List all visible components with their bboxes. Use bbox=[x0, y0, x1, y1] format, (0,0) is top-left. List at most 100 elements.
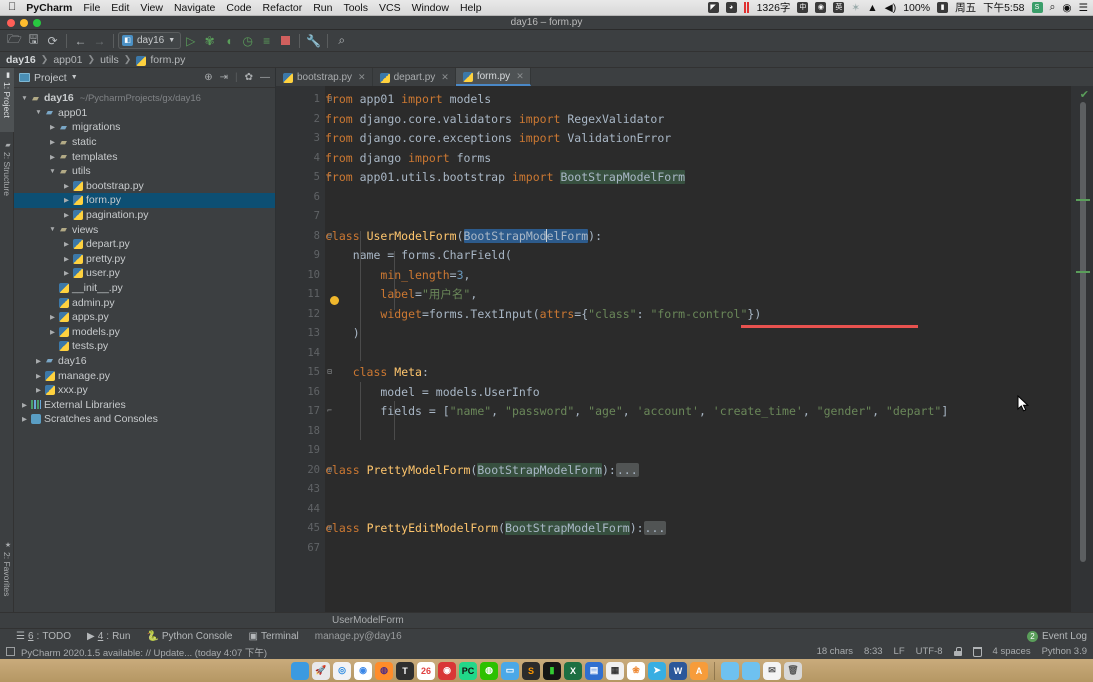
dock-item-trash[interactable]: 🗑 bbox=[784, 661, 802, 680]
coverage-icon[interactable]: ◖ bbox=[219, 32, 238, 50]
chevron-right-icon[interactable]: ▶ bbox=[62, 196, 71, 204]
dock-item-remote-desktop[interactable]: ▤ bbox=[585, 661, 603, 680]
menu-file[interactable]: File bbox=[83, 2, 100, 14]
close-icon[interactable]: ✕ bbox=[516, 71, 524, 82]
tree-item-day16[interactable]: ▼ ▰ day16 ~/PycharmProjects/gx/day16 bbox=[14, 91, 275, 106]
tree-item-templates[interactable]: ▶ ▰ templates bbox=[14, 149, 275, 164]
dock-item-netease-music[interactable]: ◉ bbox=[438, 661, 456, 680]
dock-item-keynote[interactable]: ▭ bbox=[501, 661, 519, 680]
line-separator[interactable]: LF bbox=[894, 646, 905, 657]
code-line[interactable]: from django.core.exceptions import Valid… bbox=[325, 129, 1070, 149]
menu-run[interactable]: Run bbox=[313, 2, 332, 14]
tree-item-tests-py[interactable]: tests.py bbox=[14, 339, 275, 354]
arrow-right-icon[interactable]: → bbox=[90, 32, 109, 50]
code-line[interactable]: class PrettyModelForm(BootStrapModelForm… bbox=[325, 461, 1070, 481]
code-area[interactable]: 1 ⊟ 2 3 4 5 ⌐ 6 7 8 ⊟ 9 10 11 12 13 14 15 ⊟ 16 17 ⌐ 18 19 20 ⊞ 43 4… bbox=[276, 86, 1093, 612]
code-line[interactable]: label="用户名", bbox=[325, 285, 1070, 305]
menubar-mic-icon[interactable]: ◉ bbox=[815, 2, 827, 13]
editor-tab-form-py[interactable]: form.py ✕ bbox=[455, 68, 531, 86]
collapse-all-icon[interactable]: ⇥ bbox=[220, 72, 228, 83]
stop-icon[interactable] bbox=[276, 32, 295, 50]
scrollbar-thumb[interactable] bbox=[1080, 102, 1086, 562]
tool-todo[interactable]: ☰ 6: TODO bbox=[16, 631, 71, 642]
chevron-right-icon[interactable]: ▶ bbox=[48, 138, 57, 146]
dock-item-firefox[interactable]: ◍ bbox=[375, 661, 393, 680]
project-tree[interactable]: ▼ ▰ day16 ~/PycharmProjects/gx/day16 ▼ ▰ app01… bbox=[14, 88, 275, 611]
dock-item-downloads-folder[interactable] bbox=[742, 661, 760, 680]
menu-tools[interactable]: Tools bbox=[343, 2, 368, 14]
editor-scrollbar[interactable]: ✔ bbox=[1070, 86, 1093, 612]
search-icon[interactable]: ⌕ bbox=[332, 32, 351, 50]
code-line[interactable] bbox=[325, 441, 1070, 461]
chevron-right-icon[interactable]: ▶ bbox=[62, 255, 71, 263]
dock-item-excel[interactable]: X bbox=[564, 661, 582, 680]
code-line[interactable] bbox=[325, 500, 1070, 520]
menu-vcs[interactable]: VCS bbox=[379, 2, 401, 14]
chevron-down-icon[interactable]: ▼ bbox=[48, 226, 57, 233]
close-icon[interactable]: ✕ bbox=[441, 72, 449, 83]
close-icon[interactable]: ✕ bbox=[358, 72, 366, 83]
debug-icon[interactable]: ✾ bbox=[200, 32, 219, 50]
notification-icon[interactable] bbox=[6, 647, 15, 656]
dock-item-app-store[interactable]: A bbox=[690, 661, 708, 680]
editor-tab-bootstrap-py[interactable]: bootstrap.py ✕ bbox=[276, 68, 373, 86]
dock-item-word[interactable]: W bbox=[669, 661, 687, 680]
code-line[interactable]: class PrettyEditModelForm(BootStrapModel… bbox=[325, 519, 1070, 539]
code-line[interactable]: fields = ["name", "password", "age", 'ac… bbox=[325, 402, 1070, 422]
tool-python-console[interactable]: 🐍 Python Console bbox=[146, 631, 232, 642]
menubar-red-bars-icon[interactable] bbox=[743, 2, 750, 13]
dock-item-chrome[interactable]: ◉ bbox=[354, 661, 372, 680]
code-line[interactable]: class UserModelForm(BootStrapModelForm): bbox=[325, 227, 1070, 247]
dock-item-sublime-text[interactable]: S bbox=[522, 661, 540, 680]
tree-item-utils[interactable]: ▼ ▰ utils bbox=[14, 164, 275, 179]
menu-view[interactable]: View bbox=[140, 2, 163, 14]
profile-icon[interactable]: ◷ bbox=[238, 32, 257, 50]
tree-item---init---py[interactable]: __init__.py bbox=[14, 281, 275, 296]
chevron-right-icon[interactable]: ▶ bbox=[20, 401, 29, 409]
refresh-icon[interactable]: ⟳ bbox=[43, 32, 62, 50]
tree-item-xxx-py[interactable]: ▶ xxx.py bbox=[14, 383, 275, 398]
menu-help[interactable]: Help bbox=[460, 2, 482, 14]
breadcrumb-item-app01[interactable]: app01 bbox=[53, 54, 82, 66]
sogou-icon[interactable]: S bbox=[1031, 2, 1043, 13]
chevron-down-icon[interactable]: ▼ bbox=[20, 95, 29, 102]
dock-item-launchpad[interactable]: 🚀 bbox=[312, 661, 330, 680]
dock-item-documents-folder[interactable] bbox=[721, 661, 739, 680]
event-log[interactable]: 2 Event Log bbox=[1026, 631, 1087, 642]
dock-item-safari[interactable]: ◎ bbox=[333, 661, 351, 680]
code-line[interactable]: from app01.utils.bootstrap import BootSt… bbox=[325, 168, 1070, 188]
dock-item-calendar[interactable]: 26 bbox=[417, 661, 435, 680]
run-icon[interactable]: ▷ bbox=[181, 32, 200, 50]
code-line[interactable] bbox=[325, 539, 1070, 559]
indent-setting[interactable]: 4 spaces bbox=[993, 646, 1031, 657]
menu-code[interactable]: Code bbox=[226, 2, 251, 14]
tree-item-app01[interactable]: ▼ ▰ app01 bbox=[14, 106, 275, 121]
chevron-right-icon[interactable]: ▶ bbox=[20, 415, 29, 423]
menubar-ime-1-icon[interactable]: 中 bbox=[797, 2, 809, 13]
file-encoding[interactable]: UTF-8 bbox=[916, 646, 943, 657]
siri-icon[interactable]: ◉ bbox=[1062, 2, 1071, 14]
sidebar-item-project[interactable]: ▮ 1: Project bbox=[0, 68, 14, 132]
tree-item-views[interactable]: ▼ ▰ views bbox=[14, 222, 275, 237]
dock-item-wechat[interactable]: ◍ bbox=[480, 661, 498, 680]
menu-app-name[interactable]: PyCharm bbox=[26, 2, 72, 14]
code-line[interactable]: name = forms.CharField( bbox=[325, 246, 1070, 266]
chevron-right-icon[interactable]: ▶ bbox=[62, 211, 71, 219]
code-line[interactable]: from django.core.validators import Regex… bbox=[325, 110, 1070, 130]
menu-window[interactable]: Window bbox=[412, 2, 449, 14]
code-text[interactable]: from app01 import models from django.core… bbox=[325, 86, 1070, 612]
bluetooth-icon[interactable]: ✶ bbox=[851, 2, 860, 14]
code-line[interactable]: widget=forms.TextInput(attrs={"class": "… bbox=[325, 305, 1070, 325]
menubar-ime-2-icon[interactable]: 英 bbox=[833, 2, 845, 13]
code-line[interactable] bbox=[325, 422, 1070, 442]
chevron-right-icon[interactable]: ▶ bbox=[62, 240, 71, 248]
tree-item-manage-py[interactable]: ▶ manage.py bbox=[14, 368, 275, 383]
chevron-right-icon[interactable]: ▶ bbox=[62, 269, 71, 277]
breadcrumb-item-utils[interactable]: utils bbox=[100, 54, 119, 66]
folder-open-icon[interactable]: 🗁 bbox=[5, 32, 24, 50]
menu-navigate[interactable]: Navigate bbox=[174, 2, 215, 14]
code-line[interactable]: from app01 import models bbox=[325, 90, 1070, 110]
code-line[interactable] bbox=[325, 344, 1070, 364]
dock-item-finder[interactable] bbox=[291, 661, 309, 680]
menu-edit[interactable]: Edit bbox=[111, 2, 129, 14]
